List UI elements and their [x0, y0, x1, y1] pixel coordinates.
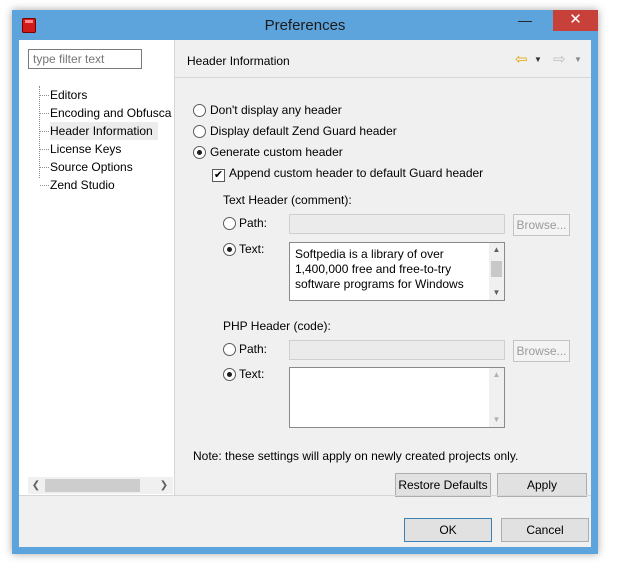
text-header-path-field[interactable]	[289, 214, 505, 234]
scroll-up-icon[interactable]: ▲	[489, 368, 504, 382]
scrollbar-thumb[interactable]	[491, 261, 502, 277]
scroll-right-icon[interactable]: ❯	[156, 477, 172, 494]
text-header-vertical-scrollbar[interactable]: ▲ ▼	[489, 243, 504, 300]
default-header-radio[interactable]	[193, 125, 206, 138]
preference-page: Header Information ⇦ ▼ ⇨ ▼ Don't display…	[175, 40, 591, 497]
ok-button[interactable]: OK	[404, 518, 492, 542]
tree-item-license-keys[interactable]: License Keys	[50, 140, 176, 158]
text-header-section-label: Text Header (comment):	[223, 193, 352, 207]
preferences-tree-panel: Editors Encoding and Obfusca Header Info…	[19, 40, 175, 495]
scrollbar-thumb[interactable]	[45, 479, 140, 492]
title-bar[interactable]: Preferences — ☐ ✕	[12, 10, 598, 40]
cancel-button[interactable]: Cancel	[501, 518, 589, 542]
php-header-path-label[interactable]: Path:	[239, 342, 267, 356]
tree-connector	[40, 131, 49, 132]
text-header-path-radio[interactable]	[223, 217, 236, 230]
text-header-text-label[interactable]: Text:	[239, 242, 264, 256]
custom-header-label[interactable]: Generate custom header	[210, 145, 343, 159]
php-header-vertical-scrollbar[interactable]: ▲ ▼	[489, 368, 504, 427]
tree-item-encoding-and-obfuscation[interactable]: Encoding and Obfusca	[50, 104, 176, 122]
scroll-down-icon[interactable]: ▼	[489, 413, 504, 427]
tree-connector	[40, 167, 49, 168]
tree-item-header-information[interactable]: Header Information	[50, 122, 158, 140]
no-header-label[interactable]: Don't display any header	[210, 103, 342, 117]
text-header-textarea[interactable]: Softpedia is a library of over 1,400,000…	[289, 242, 505, 301]
no-header-radio[interactable]	[193, 104, 206, 117]
dialog-separator	[19, 495, 591, 496]
tree-item-editors[interactable]: Editors	[50, 86, 176, 104]
back-menu-icon[interactable]: ▼	[534, 53, 542, 67]
php-header-text-label[interactable]: Text:	[239, 367, 264, 381]
close-button[interactable]: ✕	[553, 10, 598, 31]
minimize-button[interactable]: —	[512, 10, 538, 31]
forward-arrow-icon: ⇨	[553, 51, 566, 68]
tree-horizontal-scrollbar[interactable]: ❮ ❯	[28, 477, 173, 494]
tree-item-zend-studio[interactable]: Zend Studio	[50, 176, 176, 194]
php-header-path-field[interactable]	[289, 340, 505, 360]
tree-connector	[40, 149, 49, 150]
text-header-line: 1,400,000 free and free-to-try	[295, 262, 452, 276]
text-header-path-label[interactable]: Path:	[239, 216, 267, 230]
tree-connector	[40, 113, 49, 114]
scroll-down-icon[interactable]: ▼	[489, 286, 504, 300]
restore-defaults-button[interactable]: Restore Defaults	[395, 473, 491, 497]
tree-item-source-options[interactable]: Source Options	[50, 158, 176, 176]
tree-connector	[40, 185, 49, 186]
forward-menu-icon: ▼	[574, 55, 582, 64]
tree-guide-line	[39, 86, 40, 178]
header-separator	[175, 77, 591, 78]
text-header-browse-button[interactable]: Browse...	[513, 214, 570, 236]
settings-note: Note: these settings will apply on newly…	[193, 449, 519, 463]
text-header-line: Softpedia is a library of over	[295, 247, 444, 261]
append-header-checkbox[interactable]: ✔	[212, 169, 225, 182]
php-header-path-radio[interactable]	[223, 343, 236, 356]
scroll-up-icon[interactable]: ▲	[489, 243, 504, 257]
text-header-content: Softpedia is a library of over 1,400,000…	[295, 247, 485, 292]
back-arrow-icon[interactable]: ⇦	[515, 52, 531, 67]
text-header-text-radio[interactable]	[223, 243, 236, 256]
php-header-browse-button[interactable]: Browse...	[513, 340, 570, 362]
preferences-window: Preferences — ☐ ✕ Editors Encoding and O…	[12, 10, 598, 554]
append-header-label[interactable]: Append custom header to default Guard he…	[229, 166, 483, 180]
text-header-line: software programs for Windows	[295, 277, 464, 291]
filter-input[interactable]	[28, 49, 142, 69]
php-header-section-label: PHP Header (code):	[223, 319, 331, 333]
custom-header-radio[interactable]	[193, 146, 206, 159]
php-header-textarea[interactable]: ▲ ▼	[289, 367, 505, 428]
default-header-label[interactable]: Display default Zend Guard header	[210, 124, 397, 138]
window-title: Preferences	[264, 17, 346, 34]
apply-button[interactable]: Apply	[497, 473, 587, 497]
dialog-client-area: Editors Encoding and Obfusca Header Info…	[19, 40, 591, 547]
scroll-left-icon[interactable]: ❮	[28, 477, 44, 494]
php-header-text-radio[interactable]	[223, 368, 236, 381]
page-title: Header Information	[187, 54, 290, 68]
tree-connector	[40, 95, 49, 96]
